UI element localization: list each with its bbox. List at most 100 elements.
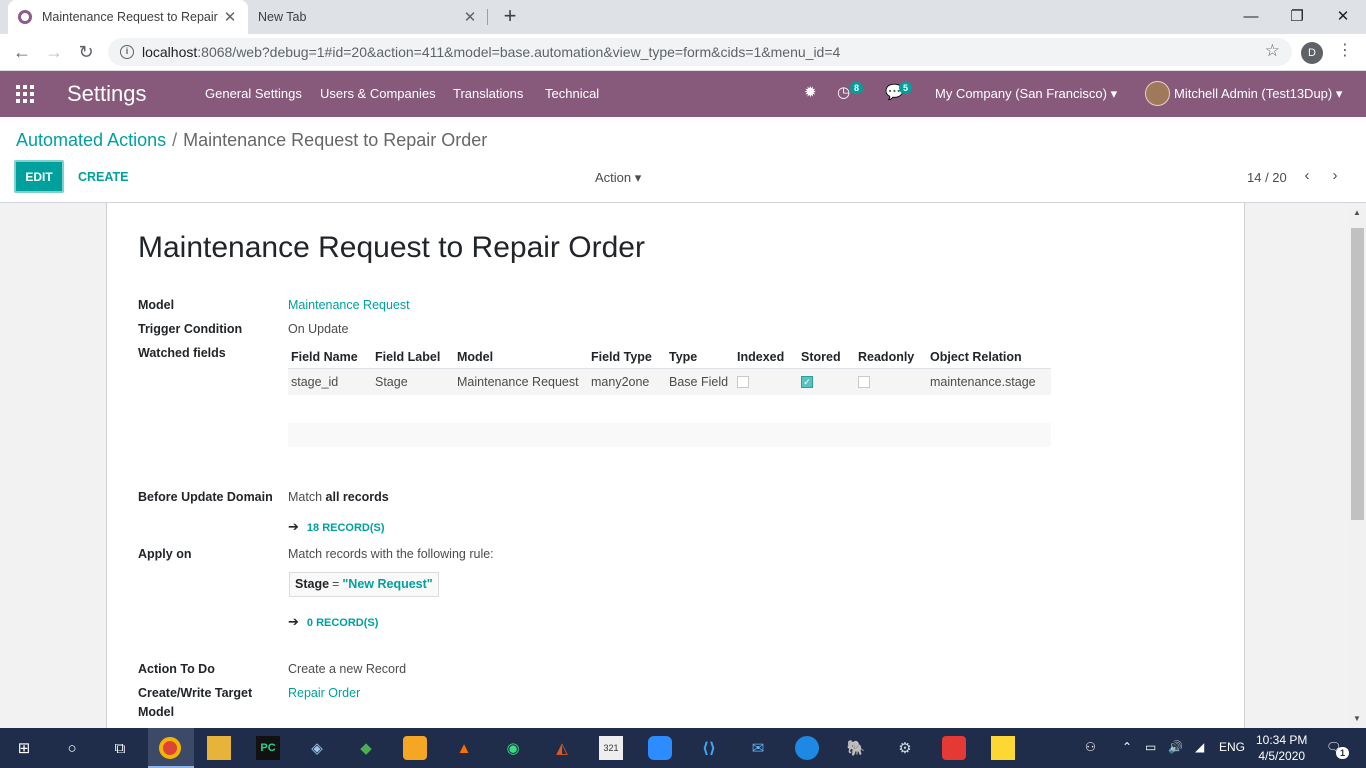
matlab-icon[interactable]: ◭ bbox=[550, 736, 574, 760]
network-icon[interactable]: ◢ bbox=[1195, 740, 1204, 754]
col-field-label[interactable]: Field Label bbox=[372, 346, 454, 369]
minimize-icon[interactable]: — bbox=[1228, 0, 1274, 32]
model-value-link[interactable]: Maintenance Request bbox=[288, 298, 410, 312]
address-bar[interactable]: i localhost:8068/web?debug=1#id=20&actio… bbox=[108, 38, 1292, 66]
vertical-scrollbar[interactable]: ▲ ▼ bbox=[1349, 203, 1366, 728]
back-icon[interactable]: ← bbox=[9, 40, 35, 64]
before-records-link[interactable]: ➔ 18 RECORD(S) bbox=[288, 519, 385, 535]
mail-icon[interactable]: ✉ bbox=[746, 736, 770, 760]
table-row[interactable]: stage_id Stage Maintenance Request many2… bbox=[288, 368, 1051, 395]
reload-icon[interactable]: ↻ bbox=[73, 40, 99, 64]
pager-next-icon[interactable]: › bbox=[1328, 167, 1342, 184]
chrome-icon[interactable] bbox=[159, 737, 181, 759]
postgres-icon[interactable]: 🐘 bbox=[844, 736, 868, 760]
clock-time: 10:34 PM bbox=[1256, 733, 1308, 747]
tray-chevron-up-icon[interactable]: ⌃ bbox=[1122, 740, 1132, 754]
col-readonly[interactable]: Readonly bbox=[855, 346, 927, 369]
people-icon[interactable]: ⚇ bbox=[1085, 740, 1096, 754]
create-button[interactable]: CREATE bbox=[78, 170, 128, 184]
scroll-down-icon[interactable]: ▼ bbox=[1353, 714, 1361, 723]
windows-start-icon[interactable]: ⊞ bbox=[12, 736, 36, 760]
apply-records-count: 0 RECORD(S) bbox=[306, 617, 379, 629]
close-tab-icon[interactable]: ✕ bbox=[462, 8, 478, 26]
browser-tab-new[interactable]: New Tab ✕ bbox=[248, 0, 488, 34]
col-field-name[interactable]: Field Name bbox=[288, 346, 372, 369]
app-menu-grid-icon[interactable] bbox=[16, 85, 34, 103]
virtualbox-icon[interactable]: ◈ bbox=[305, 736, 329, 760]
app-icon[interactable] bbox=[403, 736, 427, 760]
windows-taskbar: ⊞ ○ ⧉ PC ◈ ◆ ▲ ◉ ◭ 321 ⟨⟩ ✉ 🐘 ⚙ ⚇ ⌃ ▭ 🔊 … bbox=[0, 728, 1366, 768]
task-view-icon[interactable]: ⧉ bbox=[108, 736, 132, 760]
settings-gear-icon[interactable]: ⚙ bbox=[893, 736, 917, 760]
forward-icon[interactable]: → bbox=[41, 40, 67, 64]
bookmark-star-icon[interactable]: ☆ bbox=[1265, 41, 1280, 61]
sticky-notes-icon[interactable] bbox=[991, 736, 1015, 760]
col-object-relation[interactable]: Object Relation bbox=[927, 346, 1051, 369]
cell-type: Base Field bbox=[666, 368, 734, 395]
chevron-down-icon: ▾ bbox=[1335, 86, 1343, 101]
close-window-icon[interactable]: ✕ bbox=[1320, 0, 1366, 32]
target-model-link[interactable]: Repair Order bbox=[288, 686, 360, 700]
browser-tab-active[interactable]: Maintenance Request to Repair O ✕ bbox=[8, 0, 248, 34]
scrollbar-thumb[interactable] bbox=[1351, 228, 1364, 520]
col-stored[interactable]: Stored bbox=[798, 346, 855, 369]
profile-avatar[interactable]: D bbox=[1301, 42, 1323, 64]
volume-icon[interactable]: 🔊 bbox=[1168, 740, 1183, 754]
col-field-type[interactable]: Field Type bbox=[588, 346, 666, 369]
new-tab-icon[interactable]: + bbox=[498, 3, 522, 29]
edit-button[interactable]: EDIT bbox=[14, 160, 64, 193]
close-tab-icon[interactable]: ✕ bbox=[222, 8, 238, 26]
company-name: My Company (San Francisco) bbox=[935, 86, 1107, 101]
trigger-label: Trigger Condition bbox=[138, 322, 243, 336]
table-header-row: Field Name Field Label Model Field Type … bbox=[288, 346, 1051, 369]
target-model-label: Create/Write Target bbox=[138, 686, 253, 700]
menu-users-companies[interactable]: Users & Companies bbox=[320, 86, 436, 101]
apply-records-link[interactable]: ➔ 0 RECORD(S) bbox=[288, 614, 378, 630]
pager-value[interactable]: 14 / 20 bbox=[1247, 170, 1287, 185]
pycharm-icon[interactable]: PC bbox=[256, 736, 280, 760]
target-model-label-cont: Model bbox=[138, 705, 175, 719]
pager-previous-icon[interactable]: ‹ bbox=[1300, 167, 1314, 184]
activity-clock-icon[interactable]: ◷ bbox=[837, 83, 850, 101]
breadcrumb-automated-actions[interactable]: Automated Actions bbox=[16, 130, 166, 150]
menu-general-settings[interactable]: General Settings bbox=[205, 86, 302, 101]
android-studio-icon[interactable]: ◉ bbox=[501, 736, 525, 760]
restore-icon[interactable]: ❐ bbox=[1274, 0, 1320, 32]
match-prefix: Match bbox=[288, 490, 323, 504]
col-indexed[interactable]: Indexed bbox=[734, 346, 798, 369]
company-switcher[interactable]: My Company (San Francisco) ▾ bbox=[935, 86, 1117, 102]
app-icon[interactable] bbox=[942, 736, 966, 760]
rule-field: Stage bbox=[295, 577, 330, 591]
scroll-up-icon[interactable]: ▲ bbox=[1353, 208, 1361, 217]
battery-icon[interactable]: ▭ bbox=[1145, 740, 1156, 754]
app-icon[interactable]: ▲ bbox=[452, 736, 476, 760]
user-avatar[interactable] bbox=[1145, 81, 1170, 106]
search-circle-icon[interactable]: ○ bbox=[60, 736, 84, 760]
tab-title: New Tab bbox=[258, 10, 307, 24]
col-model[interactable]: Model bbox=[454, 346, 588, 369]
odoo-navbar: Settings General Settings Users & Compan… bbox=[0, 71, 1366, 117]
chevron-down-icon: ▾ bbox=[1110, 86, 1118, 101]
indexed-checkbox bbox=[737, 376, 749, 389]
app-icon[interactable]: ◆ bbox=[354, 736, 378, 760]
zoom-icon[interactable] bbox=[648, 736, 672, 760]
language-indicator[interactable]: ENG bbox=[1219, 740, 1245, 754]
user-menu[interactable]: Mitchell Admin (Test13Dup) ▾ bbox=[1174, 86, 1342, 102]
cell-field-label: Stage bbox=[372, 368, 454, 395]
site-info-icon[interactable]: i bbox=[120, 45, 134, 59]
watched-fields-label: Watched fields bbox=[138, 346, 226, 360]
action-dropdown[interactable]: Action ▾ bbox=[595, 170, 641, 186]
menu-technical[interactable]: Technical bbox=[545, 86, 599, 101]
vscode-icon[interactable]: ⟨⟩ bbox=[697, 736, 721, 760]
system-clock[interactable]: 10:34 PM 4/5/2020 bbox=[1256, 732, 1307, 764]
record-title: Maintenance Request to Repair Order bbox=[138, 231, 645, 264]
maps-icon[interactable] bbox=[795, 736, 819, 760]
browser-menu-icon[interactable]: ⋮ bbox=[1337, 40, 1353, 60]
calendar-icon[interactable]: 321 bbox=[599, 736, 623, 760]
apply-on-text: Match records with the following rule: bbox=[288, 547, 494, 561]
debug-bug-icon[interactable]: ✹ bbox=[804, 83, 817, 101]
menu-translations[interactable]: Translations bbox=[453, 86, 523, 101]
file-explorer-icon[interactable] bbox=[207, 736, 231, 760]
col-type[interactable]: Type bbox=[666, 346, 734, 369]
before-records-count: 18 RECORD(S) bbox=[306, 522, 385, 534]
